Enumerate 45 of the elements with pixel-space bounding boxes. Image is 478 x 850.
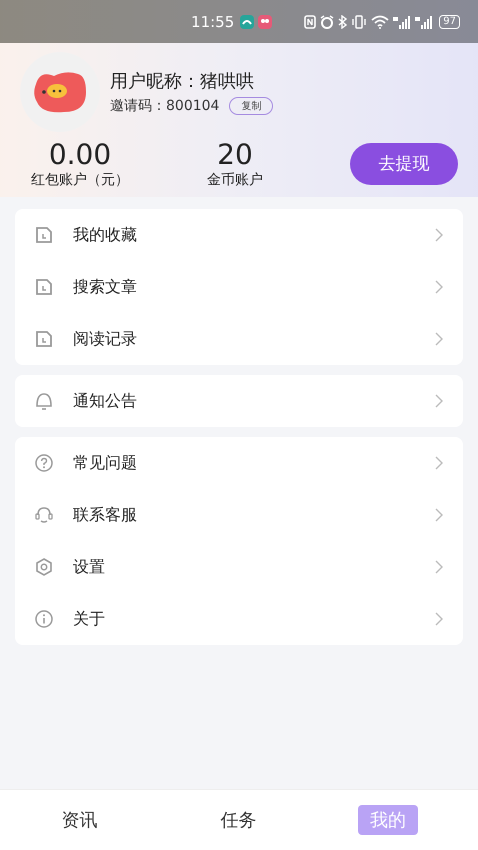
menu-item[interactable]: 阅读记录 (15, 313, 463, 365)
account-balance: 20 (217, 138, 253, 171)
invite-code: 邀请码：800104 (110, 97, 220, 115)
status-time: 11:55 (191, 12, 234, 30)
chevron-icon (435, 456, 443, 470)
wifi-icon (371, 14, 390, 28)
battery-indicator: 97 (439, 14, 460, 28)
signal-icon (393, 14, 412, 28)
menu-item[interactable]: 搜索文章 (15, 261, 463, 313)
chevron-icon (435, 560, 443, 574)
account-balance: 0.00 (48, 138, 112, 171)
menu-item[interactable]: 我的收藏 (15, 209, 463, 261)
signal-icon (415, 14, 434, 28)
chevron-icon (435, 508, 443, 522)
chevron-icon (435, 228, 443, 242)
nfc-icon (304, 14, 316, 28)
chevron-icon (435, 332, 443, 346)
vibrate-icon (351, 14, 368, 28)
chevron-icon (435, 612, 443, 626)
withdraw-button[interactable]: 去提现 (350, 142, 458, 184)
menu-item[interactable]: 设置 (15, 541, 463, 593)
alarm-icon (320, 14, 334, 28)
info-icon (35, 610, 53, 628)
nav-tab[interactable]: 资讯 (0, 808, 159, 832)
nav-tab[interactable]: 任务 (159, 808, 318, 832)
bluetooth-icon (338, 14, 348, 28)
app-icon (240, 14, 254, 28)
menu-item[interactable]: 常见问题 (15, 437, 463, 489)
account-label: 红包账户（元） (31, 171, 129, 189)
user-nickname: 用户昵称：猪哄哄 (110, 70, 255, 93)
copy-button[interactable]: 复制 (229, 97, 274, 115)
menu-item[interactable]: 通知公告 (15, 375, 463, 427)
chevron-icon (435, 280, 443, 294)
bell-icon (35, 392, 53, 410)
settings-icon (35, 558, 53, 576)
menu-item[interactable]: 关于 (15, 593, 463, 645)
document-icon (35, 226, 53, 244)
account-label: 金币账户 (207, 171, 263, 189)
document-icon (35, 278, 53, 296)
chevron-icon (435, 394, 443, 408)
document-icon (35, 330, 53, 348)
menu-item[interactable]: 联系客服 (15, 489, 463, 541)
headset-icon (35, 506, 53, 524)
app-icon (258, 14, 272, 28)
help-icon (35, 454, 53, 472)
